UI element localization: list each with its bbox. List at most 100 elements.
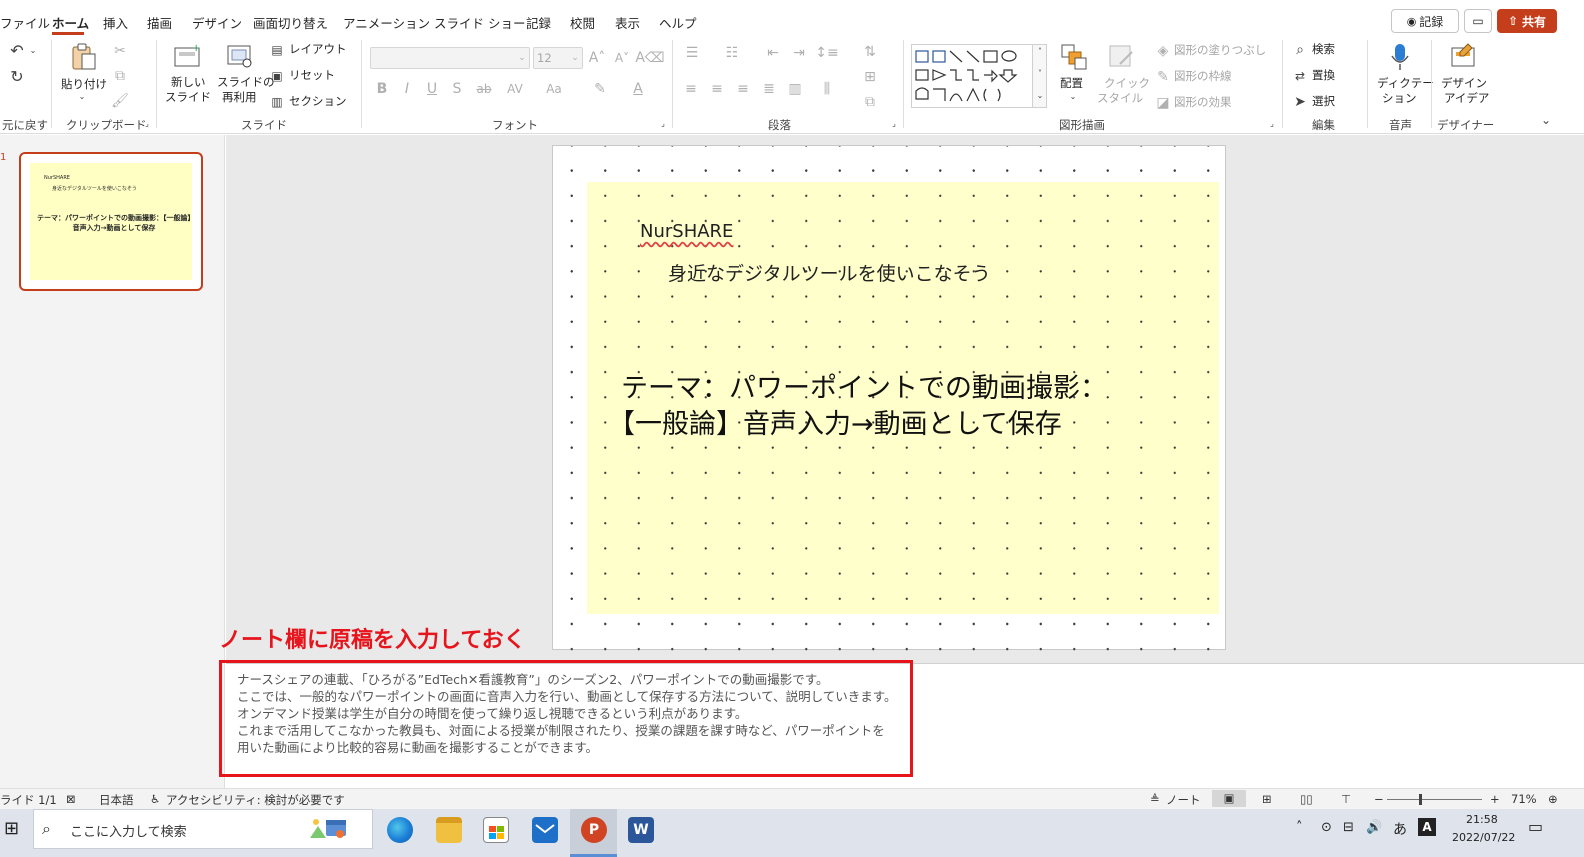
dictate-button[interactable]: ディクテー ション (1374, 42, 1434, 106)
numbering-icon[interactable]: ☷ (722, 45, 742, 61)
volume-icon[interactable]: 🔊 (1366, 820, 1382, 835)
shape-fill-button[interactable]: ◈ 図形の塗りつぶし (1155, 43, 1273, 59)
grow-font-icon[interactable]: A˄ (588, 49, 606, 67)
italic-icon[interactable]: I (399, 81, 415, 97)
language-indicator[interactable]: 日本語 (99, 792, 134, 808)
justify-icon[interactable]: ≣ (760, 81, 778, 97)
shapes-gallery[interactable]: ˄ ˅ ⌄ (911, 44, 1047, 108)
section-button[interactable]: ▥ セクション (269, 94, 349, 110)
distributed-icon[interactable]: ▥ (786, 81, 804, 97)
word-icon[interactable]: W (628, 817, 654, 843)
columns-icon[interactable]: ⫼ (816, 81, 838, 97)
accessibility-icon[interactable]: ♿ (150, 792, 160, 806)
tab-insert[interactable]: 挿入 (103, 13, 128, 32)
zoom-slider-track[interactable] (1387, 799, 1482, 800)
tab-view[interactable]: 表示 (615, 13, 640, 32)
record-button[interactable]: ◉ 記録 (1391, 9, 1459, 33)
slide-title[interactable]: テーマ：パワーポイントでの動画撮影： 【一般論】音声入力→動画として保存 (608, 371, 1188, 443)
bold-icon[interactable]: B (374, 81, 390, 97)
slide-sorter-icon[interactable]: ⊞ (1262, 792, 1272, 806)
adobe-icon[interactable]: A (1418, 818, 1436, 836)
chevron-down-icon[interactable]: ˅ (1035, 69, 1045, 79)
notes-text[interactable]: ナースシェアの連載、「ひろがる”EdTech✕看護教育”」のシーズン2、パワーポ… (237, 671, 907, 756)
align-right-icon[interactable]: ≡ (734, 81, 752, 97)
dialog-launcher-icon[interactable]: ⌟ (1268, 120, 1276, 128)
tab-file[interactable]: ファイル (0, 13, 50, 32)
clock-date[interactable]: 2022/07/22 (1452, 831, 1515, 844)
arrange-button[interactable]: 配置 ⌄ (1056, 42, 1092, 106)
zoom-level[interactable]: 71% (1511, 792, 1537, 806)
align-center-icon[interactable]: ≡ (708, 81, 726, 97)
undo-icon[interactable]: ↶ (6, 42, 28, 60)
comments-button[interactable]: ▭ (1464, 9, 1492, 33)
slide-thumbnail[interactable]: NurSHARE 身近なデジタルツールを使いこなそう テーマ：パワーポイントでの… (19, 152, 203, 291)
tab-help[interactable]: ヘルプ (659, 13, 697, 32)
highlight-icon[interactable]: ✎ (586, 81, 614, 97)
tab-animations[interactable]: アニメーション (343, 13, 430, 32)
tab-design[interactable]: デザイン (192, 13, 242, 32)
zoom-in-icon[interactable]: + (1490, 792, 1500, 806)
store-icon[interactable] (483, 817, 509, 843)
file-explorer-icon[interactable] (436, 817, 462, 843)
increase-indent-icon[interactable]: ⇥ (790, 45, 808, 61)
chevron-up-icon[interactable]: ˄ (1296, 820, 1303, 835)
font-color-icon[interactable]: A (628, 81, 648, 97)
slide-canvas[interactable]: NurSHARE 身近なデジタルツールを使いこなそう テーマ：パワーポイントでの… (552, 145, 1227, 651)
notification-icon[interactable]: ▭ (1528, 817, 1543, 836)
reading-view-icon[interactable]: ▯▯ (1300, 792, 1313, 806)
mail-icon[interactable] (532, 817, 558, 843)
notes-toggle-label[interactable]: ノート (1166, 792, 1201, 808)
clock-time[interactable]: 21:58 (1466, 813, 1498, 826)
underline-icon[interactable]: U (424, 81, 440, 97)
quick-styles-button[interactable]: クイック スタイル (1096, 42, 1150, 106)
edge-browser-icon[interactable] (387, 817, 413, 843)
change-case-icon[interactable]: Aa (540, 81, 568, 97)
smartart-icon[interactable]: ⧉ (858, 93, 882, 111)
text-direction-icon[interactable]: ⇅ (858, 43, 882, 61)
replace-button[interactable]: ⇄ 置換 (1292, 68, 1358, 84)
shape-outline-button[interactable]: ✎ 図形の枠線 (1155, 69, 1273, 85)
taskbar-search-box[interactable]: ⌕ ここに入力して検索 (33, 809, 373, 849)
accessibility-status[interactable]: アクセシビリティ: 検討が必要です (166, 792, 345, 808)
copy-icon[interactable]: ⧉ (112, 68, 128, 84)
normal-view-icon[interactable]: ▣ (1212, 790, 1246, 807)
powerpoint-taskbar-active[interactable]: P (570, 809, 617, 857)
select-button[interactable]: ➤ 選択 (1292, 94, 1358, 110)
zoom-slider-thumb[interactable] (1419, 794, 1423, 805)
clear-format-icon[interactable]: A⌫ (635, 49, 664, 67)
share-button[interactable]: ⇧ 共有 (1497, 9, 1557, 33)
network-icon[interactable]: ⊟ (1343, 820, 1354, 835)
shape-effects-button[interactable]: ◪ 図形の効果 (1155, 95, 1273, 111)
find-button[interactable]: ⌕ 検索 (1292, 42, 1358, 58)
more-icon[interactable]: ⌄ (1035, 91, 1045, 101)
dialog-launcher-icon[interactable]: ⌟ (659, 120, 667, 128)
cut-icon[interactable]: ✂ (112, 43, 128, 59)
character-spacing-icon[interactable]: AV (501, 81, 529, 97)
format-painter-icon[interactable]: 🖌 (111, 93, 129, 109)
tab-record[interactable]: 記録 (526, 13, 551, 32)
zoom-out-icon[interactable]: − (1374, 792, 1384, 806)
paste-button[interactable]: 貼り付け ⌄ (60, 42, 107, 102)
reset-button[interactable]: ▣ リセット (269, 68, 349, 84)
shrink-font-icon[interactable]: A˅ (613, 49, 631, 67)
slideshow-view-icon[interactable]: ⊤ (1341, 792, 1351, 806)
dialog-launcher-icon[interactable]: ⌟ (143, 120, 151, 128)
new-slide-button[interactable]: + 新しい スライド (163, 42, 211, 106)
font-name-combobox[interactable]: ⌄ (370, 47, 530, 69)
windows-start-icon[interactable]: ⊞ (4, 818, 19, 839)
tab-draw[interactable]: 描画 (147, 13, 172, 32)
ime-mode[interactable]: あ (1393, 819, 1407, 839)
strikethrough-icon[interactable]: ab (474, 81, 494, 97)
bullets-icon[interactable]: ☰ (682, 45, 702, 61)
design-ideas-button[interactable]: デザイン アイデア (1438, 42, 1490, 106)
reuse-slides-button[interactable]: スライドの 再利用 (215, 42, 275, 106)
onedrive-icon[interactable]: ⊙ (1321, 820, 1332, 835)
slide-subtitle[interactable]: 身近なデジタルツールを使いこなそう (668, 259, 991, 286)
slide-brand-text[interactable]: NurSHARE (640, 221, 733, 242)
dialog-launcher-icon[interactable]: ⌟ (890, 120, 898, 128)
redo-icon[interactable]: ↻ (6, 68, 28, 86)
tab-home[interactable]: ホーム (52, 13, 89, 32)
collapse-ribbon-icon[interactable]: ⌄ (1540, 114, 1552, 126)
tab-slideshow[interactable]: スライド ショー (434, 13, 525, 32)
notes-check-icon[interactable]: ⊠ (66, 792, 76, 806)
